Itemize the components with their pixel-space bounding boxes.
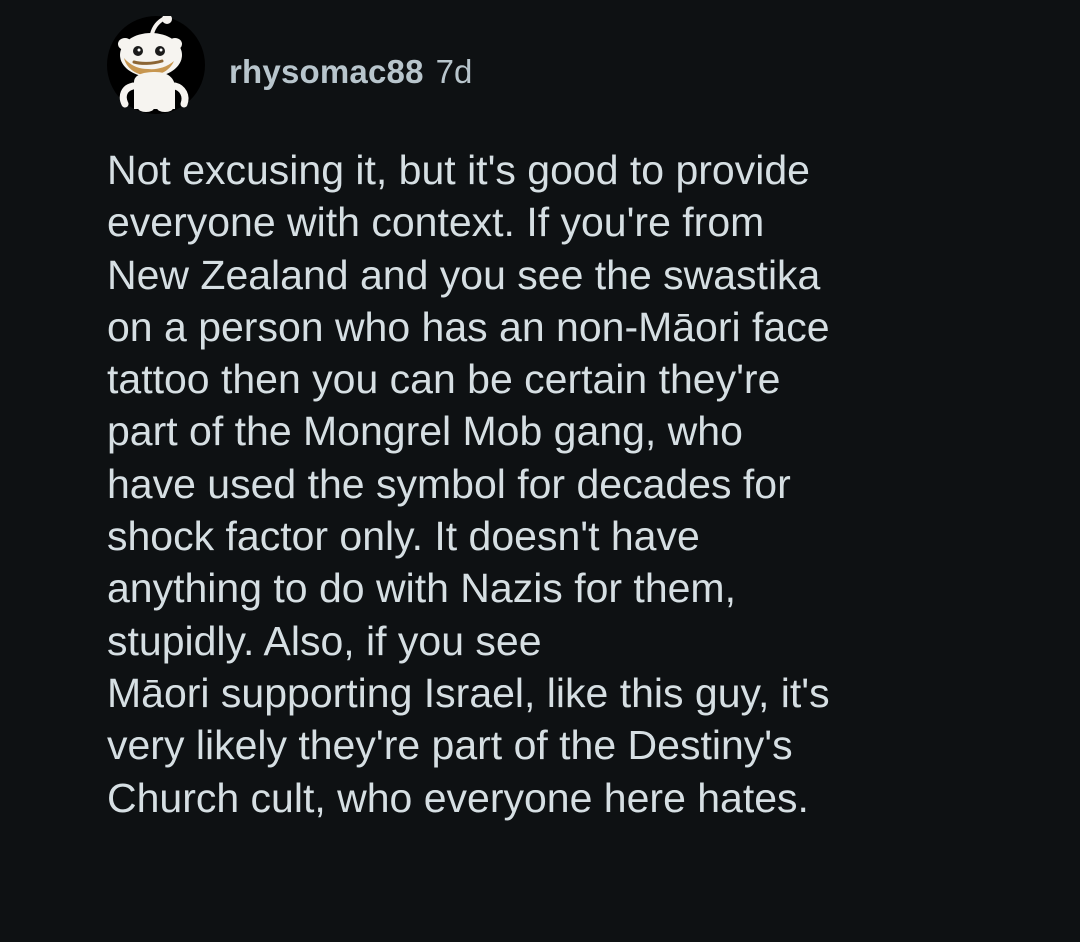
comment-header: rhysomac88 7d [107,10,472,120]
comment-body-line-6: part of the Mongrel Mob gang, who [107,408,743,455]
comment-body-line-12: very likely they're part of the Destiny'… [107,722,793,769]
comment-body-line-3: New Zealand and you see the swastika [107,251,821,298]
comment-body-line-10: stupidly. Also, if you see [107,617,542,664]
comment-meta: rhysomac88 7d [229,53,472,91]
comment-body-line-13: Church cult, who everyone here hates. [107,774,809,821]
comment-body-line-8: shock factor only. It doesn't have [107,513,700,560]
comment-body-line-4: on a person who has an non-Māori face [107,303,830,350]
comment-screen: rhysomac88 7d Not excusing it, but it's … [0,0,1080,942]
comment-body-line-2: everyone with context. If you're from [107,199,765,246]
avatar[interactable] [107,16,205,114]
comment-body-line-1: Not excusing it, but it's good to provid… [107,147,810,193]
comment-body-line-7: have used the symbol for decades for [107,460,791,507]
comment-body-line-11: Māori supporting Israel, like this guy, … [107,669,830,716]
comment-age: 7d [435,53,473,90]
comment-body-line-5: tattoo then you can be certain they're [107,356,781,403]
reddit-snoo-avatar-icon [107,16,205,114]
username-link[interactable]: rhysomac88 [229,53,424,91]
comment-body: Not excusing it, but it's good to provid… [107,144,1047,824]
comment-body-line-9: anything to do with Nazis for them, [107,565,736,612]
